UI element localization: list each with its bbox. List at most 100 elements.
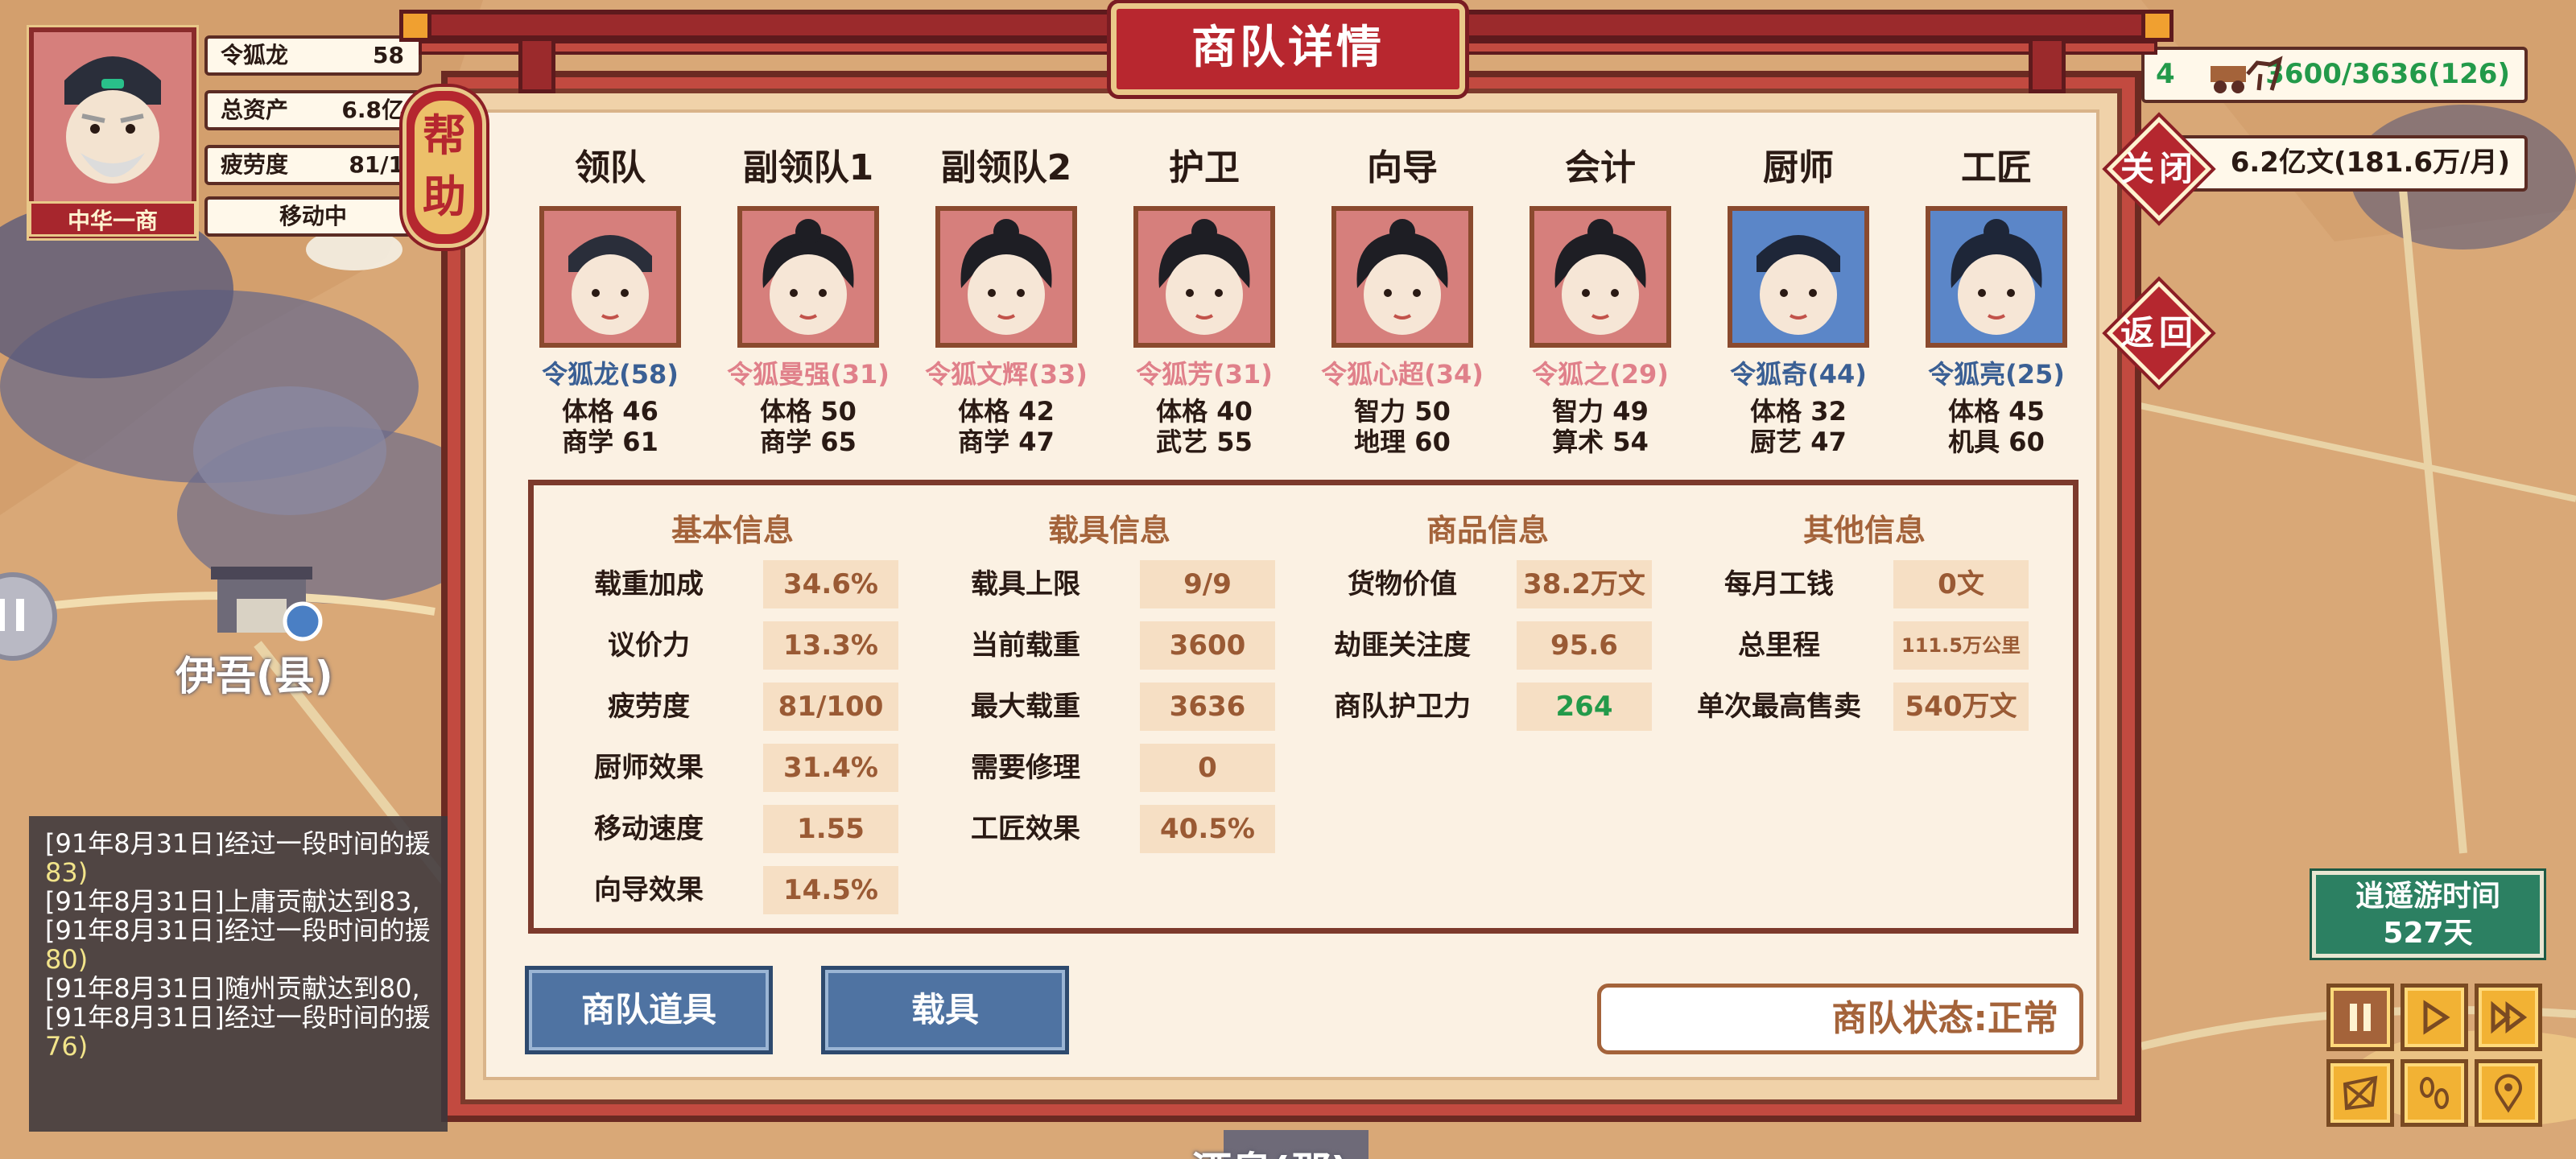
caravan-items-button[interactable]: 商队道具 (525, 966, 773, 1054)
info-value: 264 (1517, 683, 1652, 731)
money-value: 6.2亿文(181.6万/月) (2230, 146, 2510, 179)
travel-time-days: 527天 (2383, 917, 2473, 950)
log-line: [91年8月31日]上庸贡献达到83, (45, 886, 420, 917)
info-label: 货物价值 (1348, 568, 1457, 600)
crew-stat: 厨艺 47 (1750, 427, 1847, 457)
location-button[interactable] (2475, 1059, 2542, 1127)
crew-role-label: 副领队1 (742, 147, 874, 188)
crew-name: 令狐芳(31) (1136, 359, 1273, 390)
back-button[interactable]: 返回 (2095, 269, 2223, 398)
crew-stat: 商学 65 (760, 427, 857, 457)
fast-forward-button[interactable] (2475, 984, 2542, 1051)
info-label: 移动速度 (594, 813, 704, 845)
crew-name: 令狐亮(25) (1928, 359, 2065, 390)
location-pin-icon (2495, 1074, 2522, 1113)
travel-time: 逍遥游时间 527天 (2312, 871, 2544, 958)
pause-icon (2350, 1004, 2371, 1031)
map-icon (2343, 1075, 2378, 1111)
log-line: [91年8月31日]经过一段时间的援 (45, 915, 431, 946)
crew-role-label: 厨师 (1763, 147, 1834, 188)
log-line: [91年8月31日]经过一段时间的援 (45, 1002, 431, 1033)
move-status: 移动中 (204, 196, 422, 237)
crew-role-label: 工匠 (1961, 147, 2032, 188)
info-label: 疲劳度 (608, 691, 690, 723)
help-label: 帮 助 (415, 101, 474, 234)
map-town-label[interactable]: 伊吾(县) (175, 644, 333, 702)
log-line: [91年8月31日]随州贡献达到80, (45, 973, 420, 1004)
vehicle-button[interactable]: 载具 (821, 966, 1069, 1054)
info-value: 34.6% (763, 560, 898, 608)
crew-name: 令狐心超(34) (1321, 359, 1484, 390)
info-value: 9/9 (1140, 560, 1275, 608)
travel-time-label: 逍遥游时间 (2355, 880, 2500, 913)
info-value: 3636 (1140, 683, 1275, 731)
close-button[interactable]: 关闭 (2095, 105, 2223, 233)
crew-portrait[interactable] (1133, 206, 1275, 348)
beam-cap-left (399, 10, 431, 42)
play-button[interactable] (2401, 984, 2468, 1051)
crew-portrait[interactable] (935, 206, 1077, 348)
crew-portrait[interactable] (737, 206, 879, 348)
help-char-1: 帮 (423, 110, 466, 161)
beam-cap-right (2141, 10, 2174, 42)
info-value: 31.4% (763, 744, 898, 792)
crew-stat: 商学 47 (958, 427, 1055, 457)
map-town-label-bottom[interactable]: 酒泉(郡) (1191, 1140, 1349, 1159)
player-face-icon (34, 32, 192, 201)
crew-face-icon (1930, 211, 2062, 343)
crew-role-label: 会计 (1565, 147, 1636, 188)
info-label: 需要修理 (971, 752, 1080, 784)
crew-stat: 机具 60 (1948, 427, 2045, 457)
crew-role-label: 护卫 (1169, 147, 1240, 188)
crew-face-icon (940, 211, 1072, 343)
crew-portrait[interactable] (1728, 206, 1869, 348)
log-line: 76) (45, 1031, 89, 1062)
game-log[interactable]: [91年8月31日]经过一段时间的援 83) [91年8月31日]上庸贡献达到83,… (29, 816, 448, 1132)
section-title-basic: 基本信息 (671, 513, 794, 548)
info-label: 每月工钱 (1724, 568, 1834, 600)
crew-portrait[interactable] (1530, 206, 1671, 348)
info-value: 0文 (1893, 560, 2029, 608)
info-label: 单次最高售卖 (1697, 691, 1861, 723)
beam-post-left (518, 37, 555, 93)
info-value: 81/100 (763, 683, 898, 731)
info-label: 载重加成 (594, 568, 704, 600)
total-assets-value: 6.8亿 (341, 97, 404, 123)
pause-button[interactable] (2326, 984, 2394, 1051)
info-label: 劫匪关注度 (1334, 629, 1471, 662)
crew-face-icon (1534, 211, 1666, 343)
info-label: 商队护卫力 (1334, 691, 1471, 723)
info-label: 厨师效果 (594, 752, 704, 784)
crew-name: 令狐之(29) (1532, 359, 1669, 390)
map-button[interactable] (2326, 1059, 2394, 1127)
crew-name: 令狐奇(44) (1730, 359, 1867, 390)
info-value: 0 (1140, 744, 1275, 792)
fast-forward-icon (2491, 1000, 2528, 1034)
crew-portrait[interactable] (539, 206, 681, 348)
crew-portrait[interactable] (1926, 206, 2067, 348)
info-label: 向导效果 (594, 874, 704, 906)
crew-stat: 商学 61 (562, 427, 658, 457)
crew-face-icon (1336, 211, 1468, 343)
info-label: 最大载重 (971, 691, 1080, 723)
crew-face-icon (1732, 211, 1864, 343)
crew-name: 令狐龙(58) (542, 359, 679, 390)
play-icon (2423, 1000, 2450, 1035)
info-label: 议价力 (608, 629, 690, 662)
crew-face-icon (1138, 211, 1270, 343)
crew-portrait[interactable] (1331, 206, 1473, 348)
section-title-vehicle: 载具信息 (1047, 513, 1170, 548)
back-button-label: 返回 (2120, 313, 2198, 353)
fatigue-value: 81/1 (349, 151, 404, 178)
help-char-2: 助 (423, 171, 466, 222)
footsteps-button[interactable] (2401, 1059, 2468, 1127)
caravan-status: 商队状态:正常 (1597, 984, 2083, 1054)
crew-role-label: 领队 (575, 147, 646, 188)
crew-role-label: 向导 (1367, 147, 1438, 188)
help-button[interactable]: 帮 助 (402, 87, 486, 248)
player-title-plate: 中华一商 (29, 201, 196, 237)
crew-stat: 地理 60 (1354, 427, 1451, 457)
info-value: 540万文 (1893, 683, 2029, 731)
cargo-prefix: 4 (2156, 58, 2175, 90)
crew-name: 令狐曼强(31) (727, 359, 890, 390)
